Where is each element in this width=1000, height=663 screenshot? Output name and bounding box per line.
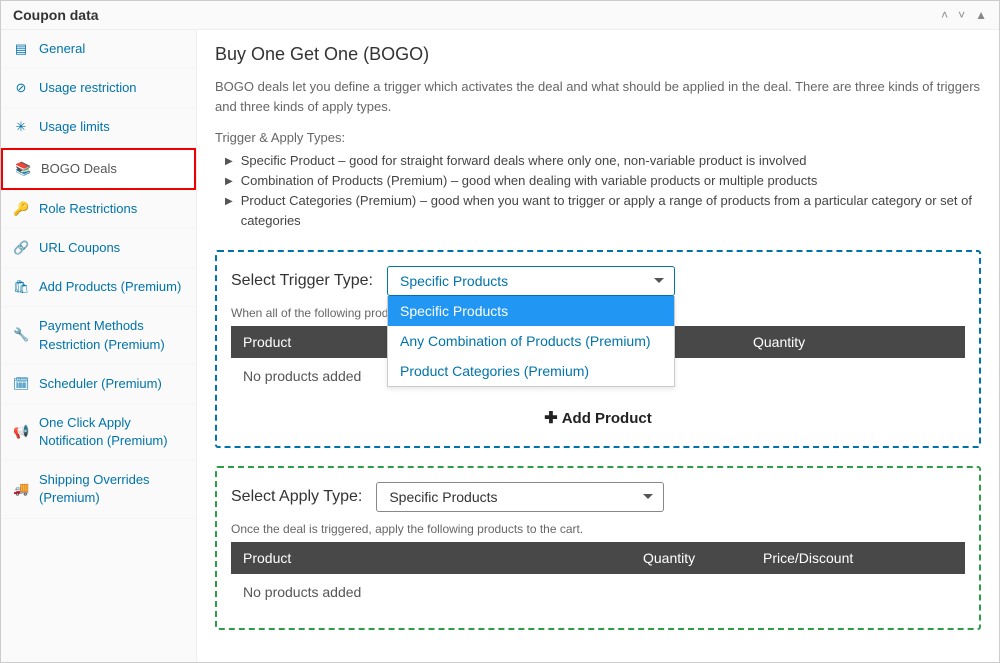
apply-hint: Once the deal is triggered, apply the fo… <box>231 522 965 536</box>
type-item: Specific Product – good for straight for… <box>241 151 807 171</box>
sidebar-item-label: Scheduler (Premium) <box>39 375 162 393</box>
close-panel-icon[interactable]: ▲ <box>975 8 987 22</box>
sidebar-item-general[interactable]: ▤ General <box>1 30 196 69</box>
ban-icon: ⊘ <box>13 79 29 97</box>
expand-icon[interactable]: ˅ <box>958 8 965 22</box>
deals-icon: 📚 <box>15 160 31 178</box>
sidebar-item-scheduler[interactable]: 🗓 Scheduler (Premium) <box>1 365 196 404</box>
add-product-label: Add Product <box>562 410 652 427</box>
types-heading: Trigger & Apply Types: <box>215 130 981 145</box>
wrench-icon: 🔧 <box>13 326 29 344</box>
col-price: Price/Discount <box>763 550 953 566</box>
key-icon: 🔑 <box>13 200 29 218</box>
sidebar-item-bogo-deals[interactable]: 📚 BOGO Deals <box>1 148 196 190</box>
sparkle-icon: ✳ <box>13 118 29 136</box>
trigger-option-specific-products[interactable]: Specific Products <box>388 296 674 326</box>
apply-table-header: Product Quantity Price/Discount <box>231 542 965 574</box>
col-quantity: Quantity <box>643 550 763 566</box>
apply-section: Select Apply Type: Specific Products Onc… <box>215 466 981 630</box>
apply-type-select[interactable]: Specific Products <box>376 482 664 512</box>
col-product: Product <box>243 550 643 566</box>
sidebar-item-payment-methods[interactable]: 🔧 Payment Methods Restriction (Premium) <box>1 307 196 364</box>
apply-empty-row: No products added <box>231 574 965 610</box>
sidebar: ▤ General ⊘ Usage restriction ✳ Usage limit… <box>1 30 197 662</box>
plus-icon: ✚ <box>544 410 557 427</box>
sidebar-item-label: URL Coupons <box>39 239 120 257</box>
sidebar-item-shipping-overrides[interactable]: 🚚 Shipping Overrides (Premium) <box>1 461 196 518</box>
sidebar-item-label: Role Restrictions <box>39 200 137 218</box>
trigger-type-label: Select Trigger Type: <box>231 272 373 290</box>
type-item: Combination of Products (Premium) – good… <box>241 171 818 191</box>
trigger-type-select[interactable]: Specific Products <box>387 266 675 296</box>
page-title: Buy One Get One (BOGO) <box>215 44 981 65</box>
sidebar-item-label: Usage limits <box>39 118 110 136</box>
collapse-icon[interactable]: ˄ <box>941 8 948 22</box>
type-item: Product Categories (Premium) – good when… <box>241 191 981 231</box>
trigger-option-combination[interactable]: Any Combination of Products (Premium) <box>388 326 674 356</box>
page-description: BOGO deals let you define a trigger whic… <box>215 77 981 116</box>
calendar-icon: 🗓 <box>13 375 29 393</box>
main-content: Buy One Get One (BOGO) BOGO deals let yo… <box>197 30 999 662</box>
sidebar-item-label: BOGO Deals <box>41 160 117 178</box>
sidebar-item-label: General <box>39 40 85 58</box>
sidebar-item-label: Payment Methods Restriction (Premium) <box>39 317 184 353</box>
link-icon: 🔗 <box>13 239 29 257</box>
add-product-button[interactable]: ✚ Add Product <box>231 394 965 428</box>
trigger-option-categories[interactable]: Product Categories (Premium) <box>388 356 674 386</box>
megaphone-icon: 📢 <box>13 423 29 441</box>
trigger-type-dropdown: Specific Products Any Combination of Pro… <box>387 296 675 387</box>
sidebar-item-one-click-apply[interactable]: 📢 One Click Apply Notification (Premium) <box>1 404 196 461</box>
sidebar-item-usage-restriction[interactable]: ⊘ Usage restriction <box>1 69 196 108</box>
apply-type-label: Select Apply Type: <box>231 488 362 506</box>
sidebar-item-label: Shipping Overrides (Premium) <box>39 471 184 507</box>
sidebar-item-usage-limits[interactable]: ✳ Usage limits <box>1 108 196 147</box>
bag-icon: 🛍 <box>13 278 29 296</box>
sidebar-item-label: Usage restriction <box>39 79 137 97</box>
sidebar-item-url-coupons[interactable]: 🔗 URL Coupons <box>1 229 196 268</box>
coupon-icon: ▤ <box>13 40 29 58</box>
panel-header: Coupon data ˄ ˅ ▲ <box>1 1 999 30</box>
types-list: Specific Product – good for straight for… <box>215 151 981 232</box>
truck-icon: 🚚 <box>13 480 29 498</box>
trigger-section: Select Trigger Type: Specific Products S… <box>215 250 981 448</box>
sidebar-item-add-products[interactable]: 🛍 Add Products (Premium) <box>1 268 196 307</box>
col-quantity: Quantity <box>753 334 953 350</box>
sidebar-item-role-restrictions[interactable]: 🔑 Role Restrictions <box>1 190 196 229</box>
sidebar-item-label: One Click Apply Notification (Premium) <box>39 414 184 450</box>
sidebar-item-label: Add Products (Premium) <box>39 278 181 296</box>
panel-title: Coupon data <box>13 7 99 23</box>
